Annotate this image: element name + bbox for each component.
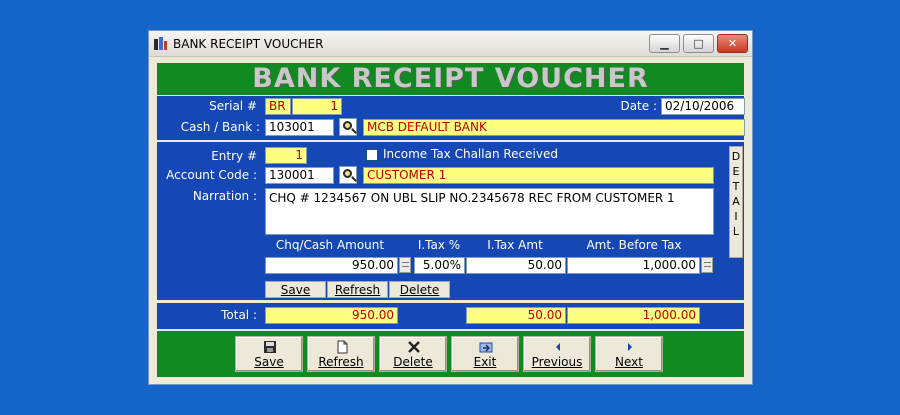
close-button[interactable]: ✕ bbox=[717, 34, 748, 53]
col-header-itax-pct: I.Tax % bbox=[417, 238, 461, 252]
date-label: Date : bbox=[620, 99, 657, 113]
serial-prefix-field[interactable]: BR bbox=[265, 98, 291, 115]
serial-label: Serial # bbox=[209, 99, 257, 113]
before-tax-calculator-icon[interactable] bbox=[701, 257, 713, 273]
amount-calculator-icon[interactable] bbox=[399, 257, 411, 273]
before-tax-field[interactable]: 1,000.00 bbox=[567, 257, 700, 274]
voucher-info-panel: Serial # BR 1 Date : 02/10/2006 Cash / B… bbox=[157, 96, 745, 140]
entry-panel: Entry # 1 Income Tax Challan Received Ac… bbox=[157, 142, 744, 300]
account-search-icon[interactable] bbox=[339, 166, 357, 184]
entry-delete-button[interactable]: Delete bbox=[389, 281, 450, 298]
total-amount-field: 950.00 bbox=[265, 307, 398, 324]
save-button[interactable]: Save bbox=[235, 336, 303, 372]
exit-icon bbox=[479, 342, 493, 353]
cash-bank-label: Cash / Bank : bbox=[180, 120, 260, 134]
maximize-button[interactable]: □ bbox=[683, 34, 714, 53]
col-header-itax-amt: I.Tax Amt bbox=[487, 238, 543, 252]
total-itax-amt-field: 50.00 bbox=[466, 307, 566, 324]
cash-bank-name-field[interactable]: MCB DEFAULT BANK bbox=[363, 119, 745, 136]
narration-field[interactable]: CHQ # 1234567 ON UBL SLIP NO.2345678 REC… bbox=[265, 188, 714, 235]
exit-button[interactable]: Exit bbox=[451, 336, 519, 372]
itax-amt-field[interactable]: 50.00 bbox=[466, 257, 566, 274]
account-code-field[interactable]: 130001 bbox=[265, 167, 334, 184]
entry-save-button[interactable]: Save bbox=[265, 281, 326, 298]
income-tax-challan-label: Income Tax Challan Received bbox=[383, 147, 558, 161]
account-name-field[interactable]: CUSTOMER 1 bbox=[363, 167, 714, 184]
cash-bank-search-icon[interactable] bbox=[339, 118, 357, 136]
next-button[interactable]: Next bbox=[595, 336, 663, 372]
header-banner: BANK RECEIPT VOUCHER bbox=[157, 63, 744, 95]
app-icon bbox=[154, 37, 167, 50]
page-title: BANK RECEIPT VOUCHER bbox=[252, 63, 649, 94]
income-tax-challan-checkbox[interactable] bbox=[366, 149, 378, 161]
entry-label: Entry # bbox=[211, 149, 257, 163]
amount-field[interactable]: 950.00 bbox=[265, 257, 398, 274]
window-title: BANK RECEIPT VOUCHER bbox=[173, 37, 324, 51]
narration-label: Narration : bbox=[192, 189, 257, 203]
entry-refresh-button[interactable]: Refresh bbox=[327, 281, 388, 298]
serial-number-field[interactable]: 1 bbox=[292, 98, 342, 115]
previous-button[interactable]: Previous bbox=[523, 336, 591, 372]
title-bar[interactable]: BANK RECEIPT VOUCHER ▁ □ ✕ bbox=[149, 31, 752, 57]
itax-pct-field[interactable]: 5.00% bbox=[414, 257, 465, 274]
arrow-right-icon bbox=[628, 343, 632, 351]
bottom-toolbar: Save Refresh Delete Exit Previous Next bbox=[157, 331, 744, 377]
arrow-left-icon bbox=[556, 343, 560, 351]
col-header-amount: Chq/Cash Amount bbox=[275, 238, 385, 252]
date-field[interactable]: 02/10/2006 bbox=[661, 98, 745, 115]
delete-x-icon bbox=[408, 341, 420, 353]
detail-button[interactable]: D E T A I L bbox=[729, 146, 743, 258]
new-document-icon bbox=[337, 340, 348, 354]
entry-number-field[interactable]: 1 bbox=[265, 147, 307, 164]
total-before-tax-field: 1,000.00 bbox=[567, 307, 700, 324]
floppy-disk-icon bbox=[264, 341, 276, 353]
minimize-button[interactable]: ▁ bbox=[649, 34, 680, 53]
totals-panel: Total : 950.00 50.00 1,000.00 bbox=[157, 303, 744, 329]
voucher-window: BANK RECEIPT VOUCHER ▁ □ ✕ BANK RECEIPT … bbox=[148, 30, 753, 385]
col-header-before-tax: Amt. Before Tax bbox=[586, 238, 682, 252]
refresh-button[interactable]: Refresh bbox=[307, 336, 375, 372]
cash-bank-code-field[interactable]: 103001 bbox=[265, 119, 334, 136]
account-code-label: Account Code : bbox=[166, 168, 257, 182]
total-label: Total : bbox=[221, 308, 257, 322]
delete-button[interactable]: Delete bbox=[379, 336, 447, 372]
